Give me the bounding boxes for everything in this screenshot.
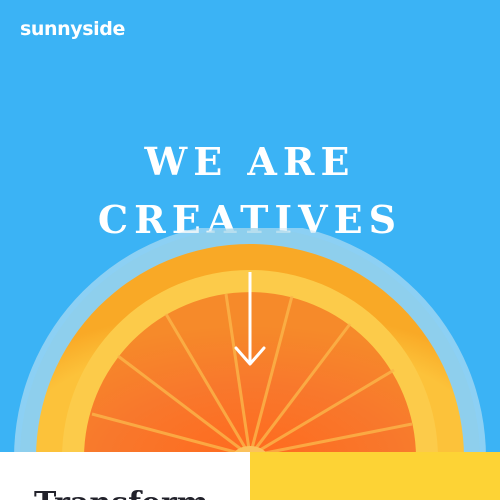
transform-heading: Transform [34,486,209,500]
transform-section: Transform [0,452,250,500]
transform-image-panel [250,452,500,500]
logo[interactable]: sunnyside [20,18,125,40]
hero-title-line-1: WE ARE [144,139,356,185]
arrow-down-icon[interactable] [233,270,267,368]
landing-page: sunnyside WE ARE CREATIVES [0,0,500,500]
site-header: sunnyside [0,0,500,64]
